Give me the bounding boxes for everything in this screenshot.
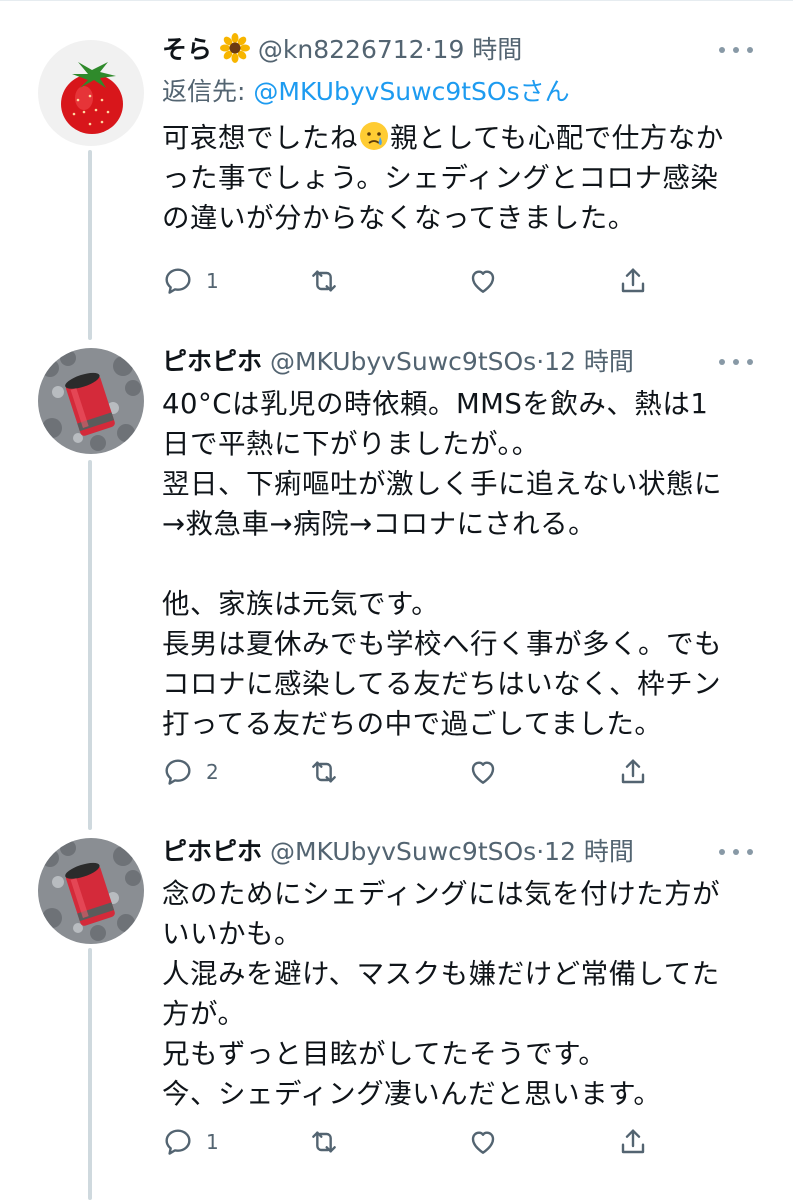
retweet-icon: [312, 761, 336, 783]
sunflower-emoji: [219, 33, 250, 63]
tweet-text-line: 方が。: [162, 998, 246, 1030]
reply-icon: [165, 759, 191, 785]
avatar-image: [38, 348, 144, 454]
tweet-text-line: 人混みを避け、マスクも嫌だけど常備してた: [162, 958, 720, 990]
tweet-header: そら @kn8226712·19 時間: [162, 28, 773, 72]
tweet-text-line: 念のためにシェディングには気を付けた方が: [162, 878, 721, 910]
reply-icon: [165, 1129, 191, 1155]
heart-icon: [471, 270, 495, 293]
reply-count: 2: [206, 760, 219, 784]
separator-dot: ·: [536, 837, 545, 866]
tweet-text-line: 長男は夏休みでも学校へ行く事が多く。でも: [162, 628, 722, 660]
tweet-text: 40°Cは乳児の時依頼。MMSを飲み、熱は1 日で平熱に下がりましたが。。 翌日…: [162, 384, 773, 744]
reply-icon: [165, 268, 191, 294]
tweet[interactable]: ピホピホ @MKUbyvSuwc9tSOs·12 時間 40°Cは乳児の時依頼。…: [0, 340, 793, 820]
reply-count: 1: [206, 1130, 219, 1154]
tweet-text-line: った事でしょう。シェディングとコロナ感染: [162, 162, 719, 194]
tweet-text-fragment: 可哀想でしたね: [162, 122, 358, 154]
reply-button[interactable]: 1: [162, 261, 219, 301]
share-button[interactable]: [617, 261, 649, 301]
retweet-button[interactable]: [308, 261, 340, 301]
share-icon: [621, 759, 645, 784]
heart-icon: [471, 761, 495, 784]
tweet-text: 念のためにシェディングには気を付けた方が いいかも。 人混みを避け、マスクも嫌だ…: [162, 874, 773, 1114]
display-name[interactable]: そら: [162, 35, 212, 64]
reply-button[interactable]: 1: [162, 1122, 219, 1162]
tweet-actions: 2: [162, 752, 662, 792]
heart-icon: [471, 1131, 495, 1154]
tweet-text-line: 可哀想でしたね 親としても心配で仕方なか: [162, 118, 773, 158]
tweet-text-line: 他、家族は元気です。: [162, 588, 440, 620]
display-name[interactable]: ピホピホ: [162, 347, 262, 376]
separator-dot: ·: [424, 35, 433, 64]
tweet-text-line: 日で平熱に下がりましたが。。: [162, 428, 540, 460]
share-icon: [621, 268, 645, 293]
avatar-cup[interactable]: [38, 348, 144, 454]
user-handle[interactable]: @MKUbyvSuwc9tSOs: [270, 837, 536, 866]
reply-context: 返信先: @MKUbyvSuwc9tSOsさん: [162, 72, 773, 112]
tweet-text-line: コロナに感染してる友だちはいなく、枠チン: [162, 668, 722, 700]
tweet-text-line: 打ってる友だちの中で過ごしてました。: [162, 708, 663, 740]
share-icon: [621, 1129, 645, 1154]
tweet-header: ピホピホ @MKUbyvSuwc9tSOs·12 時間: [162, 340, 773, 384]
tweet-header: ピホピホ @MKUbyvSuwc9tSOs·12 時間: [162, 830, 773, 874]
tweet-actions: 1: [162, 261, 662, 301]
reply-suffix: さん: [519, 77, 570, 106]
more-icon[interactable]: [719, 46, 753, 54]
tweet-text-line: 今、シェディング凄いんだと思います。: [162, 1078, 662, 1110]
display-name[interactable]: ピホピホ: [162, 837, 262, 866]
tweet-text-line: 兄もずっと目眩がしてたそうです。: [162, 1038, 607, 1070]
separator-dot: ·: [536, 347, 545, 376]
tweet-text-line: →救急車→病院→コロナにされる。: [162, 508, 597, 540]
avatar-image: [38, 838, 144, 944]
tweet-text-blank-line: [162, 544, 773, 584]
share-button[interactable]: [617, 1122, 649, 1162]
more-icon[interactable]: [719, 848, 753, 856]
reply-button[interactable]: 2: [162, 752, 219, 792]
tweet-text-line: 翌日、下痢嘔吐が激しく手に追えない状態に: [162, 468, 722, 500]
tweet-actions: 1: [162, 1122, 662, 1162]
tweet-text-line: 40°Cは乳児の時依頼。MMSを飲み、熱は1: [162, 388, 709, 420]
like-button[interactable]: [467, 752, 499, 792]
crying-face-emoji: [360, 122, 388, 150]
timestamp[interactable]: 12 時間: [544, 347, 634, 376]
avatar-image: [38, 40, 144, 146]
more-icon[interactable]: [719, 358, 753, 366]
timestamp[interactable]: 19 時間: [433, 35, 523, 64]
reply-label: 返信先:: [162, 77, 246, 106]
like-button[interactable]: [467, 261, 499, 301]
avatar-cup[interactable]: [38, 838, 144, 944]
tweet-text: 可哀想でしたね 親としても心配で仕方なか った事でしょう。シェディングとコロナ感…: [162, 118, 773, 238]
top-divider: [0, 0, 793, 1]
retweet-icon: [312, 1131, 336, 1153]
tweet-text-line: の違いが分からなくなってきました。: [162, 202, 636, 234]
user-handle[interactable]: @MKUbyvSuwc9tSOs: [270, 347, 536, 376]
tweet[interactable]: そら @kn8226712·19 時間 返信先: @MKUbyvSuwc9tSO…: [0, 28, 793, 328]
tweet[interactable]: ピホピホ @MKUbyvSuwc9tSOs·12 時間 念のためにシェディングに…: [0, 830, 793, 1200]
avatar-strawberry[interactable]: [38, 40, 144, 146]
reply-count: 1: [206, 269, 219, 293]
tweet-text-fragment: 親としても心配で仕方なか: [390, 122, 724, 154]
like-button[interactable]: [467, 1122, 499, 1162]
user-handle[interactable]: @kn8226712: [258, 35, 425, 64]
retweet-button[interactable]: [308, 752, 340, 792]
tweet-text-line: いいかも。: [162, 918, 302, 950]
share-button[interactable]: [617, 752, 649, 792]
retweet-button[interactable]: [308, 1122, 340, 1162]
reply-mention-link[interactable]: @MKUbyvSuwc9tSOs: [253, 77, 519, 106]
retweet-icon: [312, 270, 336, 292]
timestamp[interactable]: 12 時間: [544, 837, 634, 866]
